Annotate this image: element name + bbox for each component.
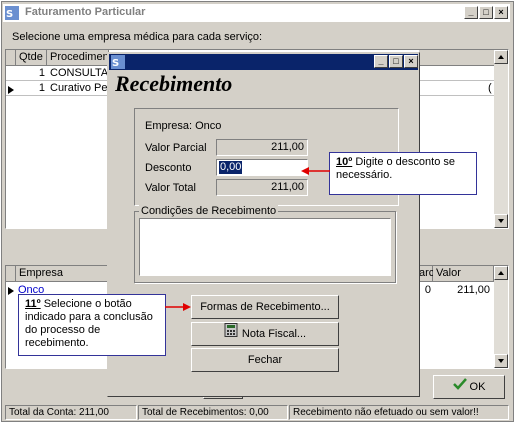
checkmark-icon	[452, 376, 467, 398]
valor-parcial-label: Valor Parcial	[145, 142, 207, 154]
scroll-up-arrow-icon[interactable]	[494, 50, 508, 64]
row-indicator-header	[6, 50, 16, 66]
annotation-step-11: 11º Selecione o botão indicado para a co…	[18, 294, 166, 356]
scroll-down-arrow-icon[interactable]	[494, 354, 508, 368]
annotation-step-10: 10º Digite o desconto se necessário.	[329, 152, 477, 195]
calculator-icon	[224, 323, 238, 345]
dialog-minimize-button[interactable]: _	[374, 55, 388, 68]
services-scrollbar[interactable]	[494, 50, 508, 228]
table-row-qtde[interactable]: 1	[16, 66, 45, 80]
fechar-button[interactable]: Fechar	[191, 348, 339, 372]
header-filler	[419, 50, 495, 66]
table-row-qtde[interactable]: 1	[16, 81, 45, 95]
scroll-up-arrow-icon[interactable]	[494, 266, 508, 280]
arrow-left-icon	[301, 167, 330, 175]
annotation-step-11-text: Selecione o botão indicado para a conclu…	[25, 298, 153, 349]
status-total-recebimentos: Total de Recebimentos: 0,00	[138, 405, 288, 420]
annotation-step-11-number: 11º	[25, 298, 41, 310]
annotation-step-10-number: 10º	[336, 156, 353, 168]
dialog-heading: Recebimento	[115, 71, 233, 96]
company-row-parcelas[interactable]: 0	[419, 283, 431, 297]
app-logo-icon: S	[5, 6, 19, 20]
table-row-procedimento[interactable]: Curativo Peq	[50, 81, 108, 95]
annotation-step-10-text: Digite o desconto se necessário.	[336, 156, 455, 181]
main-title: Faturamento Particular	[25, 6, 146, 18]
desconto-label: Desconto	[145, 162, 192, 174]
header-parcelas[interactable]: arc.	[419, 266, 437, 282]
status-message: Recebimento não efetuado ou sem valor!!	[289, 405, 509, 420]
app-logo-icon: S	[111, 55, 125, 69]
dialog-maximize-button[interactable]: □	[389, 55, 403, 68]
nota-fiscal-label: Nota Fiscal...	[241, 328, 307, 340]
ok-label: OK	[469, 381, 486, 393]
valor-total-field: 211,00	[216, 179, 308, 196]
svg-text:S: S	[6, 9, 13, 20]
desconto-input[interactable]: 0,00	[216, 159, 308, 176]
nota-fiscal-button[interactable]: Nota Fiscal...	[191, 322, 339, 346]
condicoes-textarea[interactable]	[139, 218, 391, 276]
row-indicator-header	[6, 266, 16, 282]
header-empresa[interactable]: Empresa	[16, 266, 108, 282]
empresa-label: Empresa: Onco	[145, 120, 222, 132]
current-row-indicator-icon	[8, 286, 14, 298]
minimize-button[interactable]: _	[464, 6, 478, 19]
company-row-valor[interactable]: 211,00	[435, 283, 490, 297]
desconto-value: 0,00	[219, 161, 243, 174]
valor-total-label: Valor Total	[145, 182, 196, 194]
ok-button[interactable]: OK	[433, 375, 505, 399]
main-title-bar[interactable]: S Faturamento Particular _ □ ×	[3, 4, 510, 22]
header-qtde[interactable]: Qtde	[16, 50, 47, 66]
close-button[interactable]: ×	[494, 6, 508, 19]
status-total-conta: Total da Conta: 211,00	[5, 405, 137, 420]
dialog-title-bar[interactable]: S _ □ ×	[109, 54, 418, 70]
header-valor[interactable]: Valor	[433, 266, 494, 282]
maximize-button[interactable]: □	[479, 6, 493, 19]
dialog-close-button[interactable]: ×	[404, 55, 418, 68]
arrow-right-icon	[165, 303, 191, 311]
svg-text:S: S	[112, 58, 119, 69]
header-procedimento[interactable]: Procediment	[47, 50, 112, 66]
condicoes-label: Condições de Recebimento	[139, 205, 279, 217]
table-row-procedimento[interactable]: CONSULTA	[50, 66, 108, 80]
scroll-down-arrow-icon[interactable]	[494, 214, 508, 228]
company-scrollbar[interactable]	[494, 266, 508, 368]
formas-recebimento-button[interactable]: Formas de Recebimento...	[191, 295, 339, 319]
instruction-text: Selecione uma empresa médica para cada s…	[12, 31, 263, 43]
valor-parcial-field: 211,00	[216, 139, 308, 156]
